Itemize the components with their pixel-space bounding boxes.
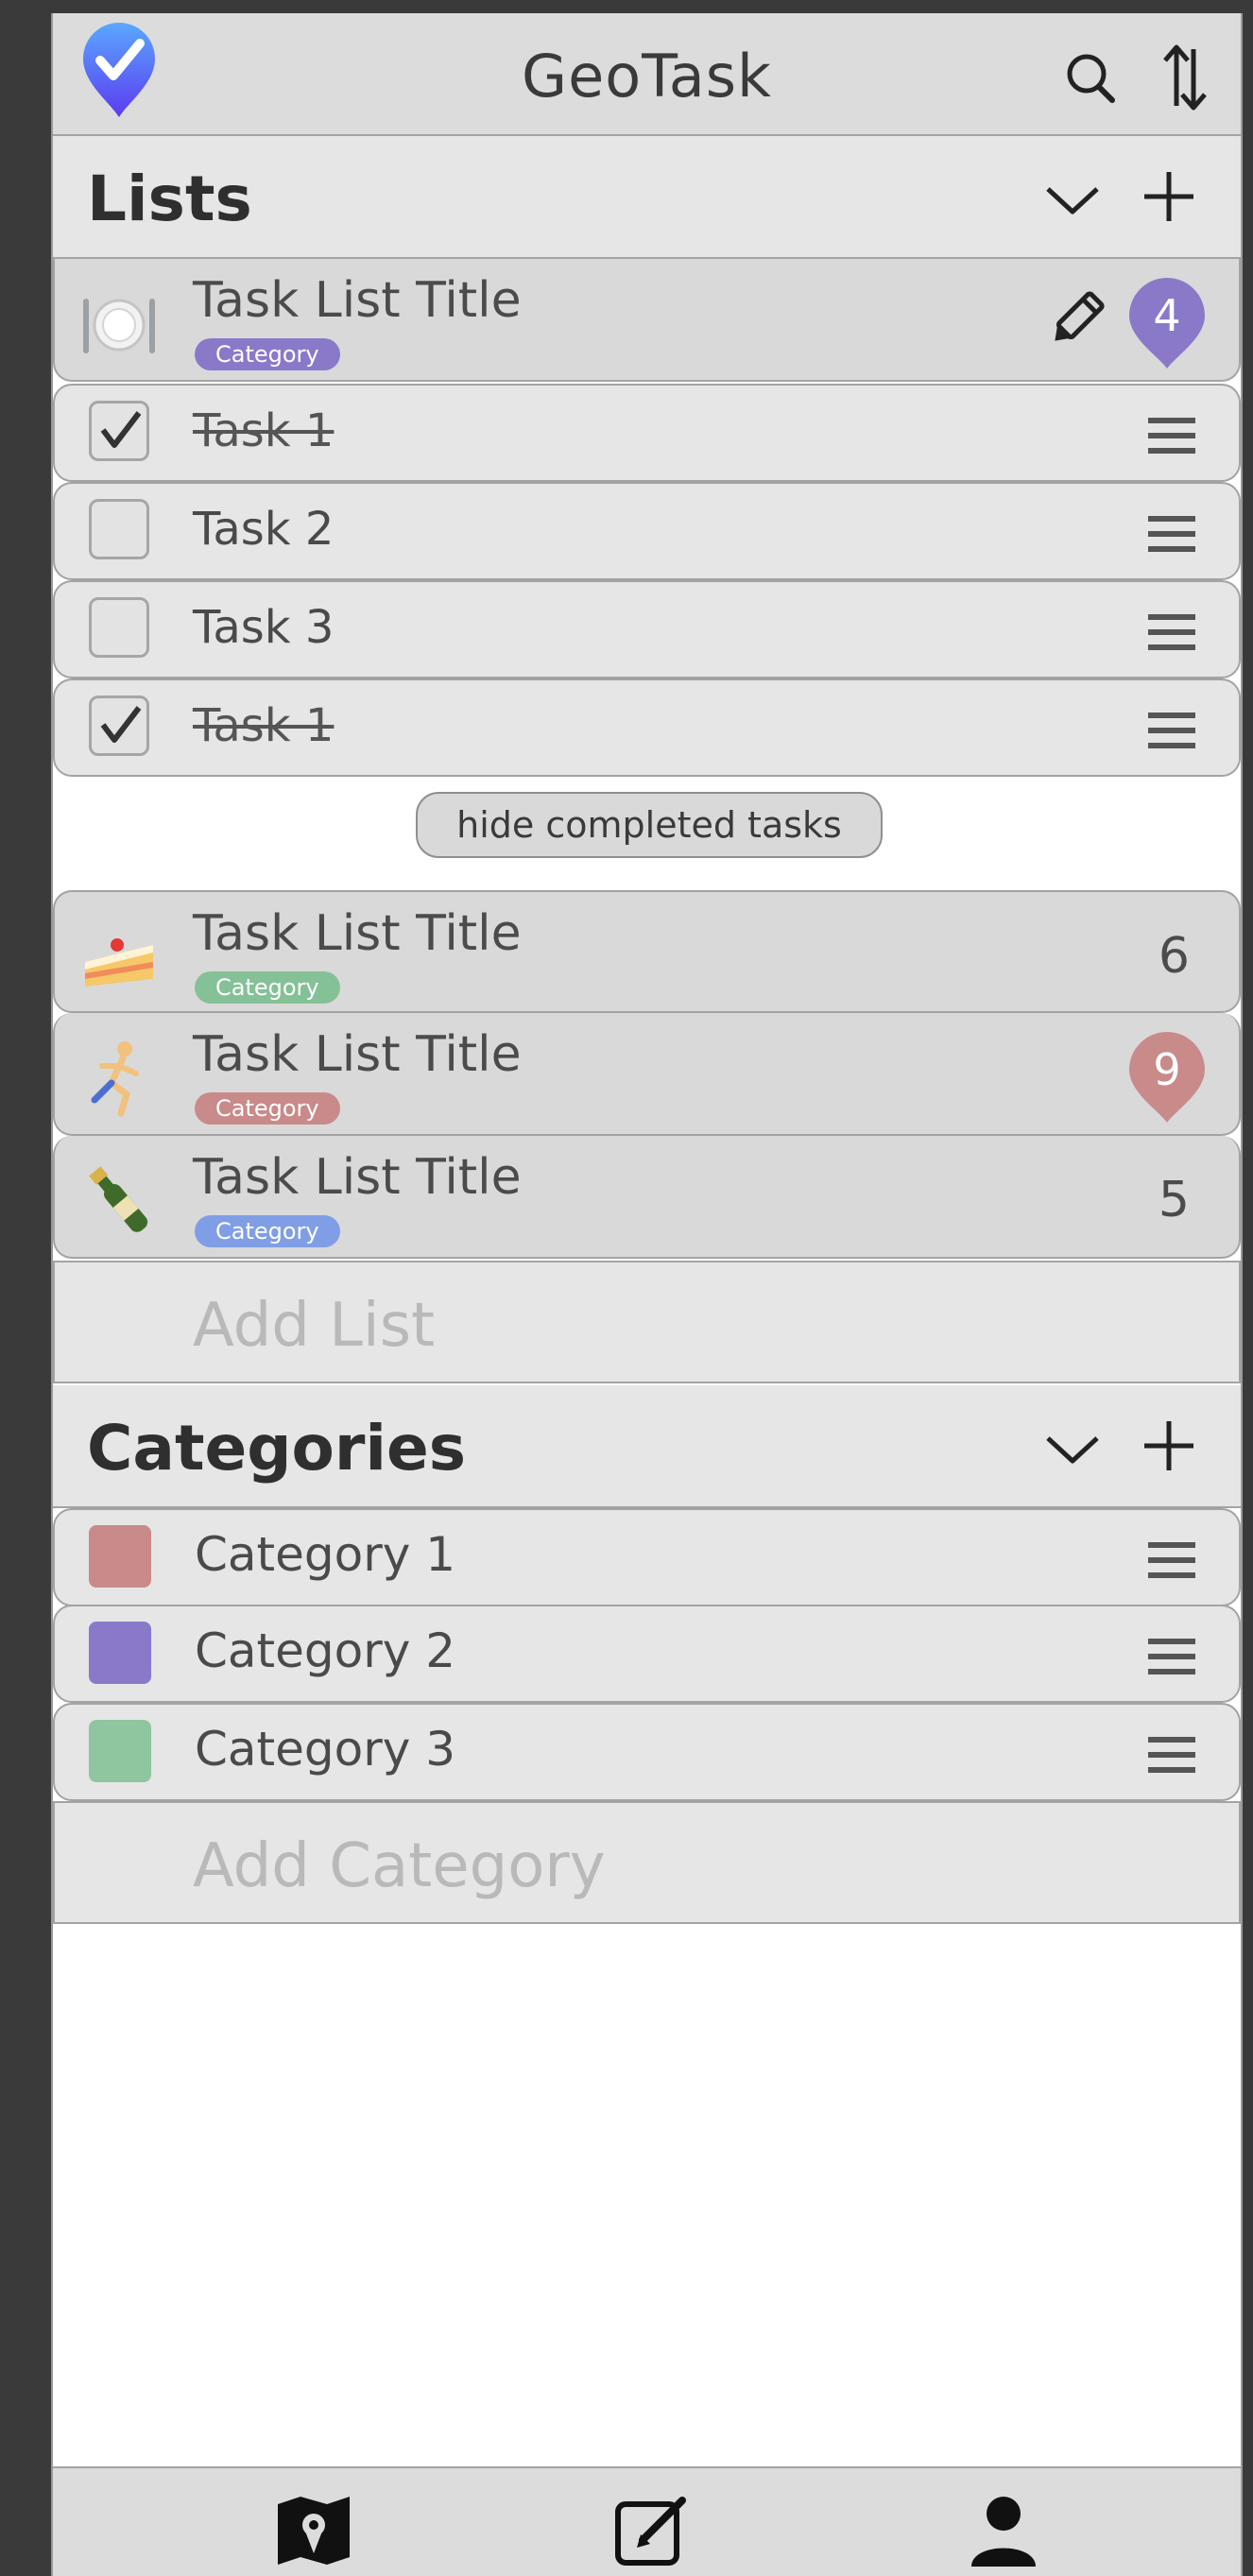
task-count: 9 [1153,1044,1180,1095]
add-category-input[interactable]: Add Category [193,1831,606,1901]
task-label: Task 3 [193,601,335,654]
cake-icon [85,938,153,987]
task-checkbox[interactable] [89,597,149,658]
chevron-down-icon[interactable] [1044,183,1101,215]
task-list-header[interactable]: Task List Title Category 9 [53,1013,1241,1136]
app-header: GeoTask [53,13,1241,136]
checkmark-icon [100,411,142,448]
category-color-swatch[interactable] [89,1525,151,1588]
app-screen: GeoTask Lists Task List Title Category 4… [51,13,1243,2576]
category-badge: Category [195,1215,340,1247]
add-list-input[interactable]: Add List [193,1291,435,1361]
add-category-plus-icon[interactable] [1141,1417,1197,1474]
task-count: 4 [1153,290,1180,341]
task-list-title: Task List Title [193,1149,522,1206]
task-row[interactable]: Task 1 [53,384,1241,482]
task-label: Task 1 [193,404,335,457]
task-count-pin-icon: 9 [1129,1032,1205,1123]
checkmark-icon [100,706,142,743]
champagne-icon [89,1166,148,1232]
task-label: Task 1 [193,699,335,752]
categories-section-header: Categories [53,1385,1241,1508]
category-row[interactable]: Category 1 [53,1508,1241,1606]
category-label: Category 3 [195,1722,456,1777]
plate-cutlery-icon [83,299,155,353]
category-badge: Category [195,1092,340,1125]
task-count-pin-icon: 4 [1129,278,1205,369]
category-badge: Category [195,338,340,370]
category-color-swatch[interactable] [89,1622,151,1684]
sort-arrows-icon[interactable] [1158,40,1212,115]
task-list-header[interactable]: Task List Title Category 5 [53,1136,1241,1259]
drag-handle-icon[interactable] [1148,1639,1195,1674]
drag-handle-icon[interactable] [1148,614,1195,650]
task-list-header[interactable]: Task List Title Category 4 [53,259,1241,382]
add-list-plus-icon[interactable] [1141,168,1197,225]
category-row[interactable]: Category 2 [53,1605,1241,1703]
map-icon[interactable] [276,2495,352,2567]
task-row[interactable]: Task 1 [53,678,1241,777]
chevron-down-icon[interactable] [1044,1433,1101,1465]
drag-handle-icon[interactable] [1148,1737,1195,1773]
runner-icon [91,1041,139,1117]
task-row[interactable]: Task 2 [53,482,1241,580]
add-list-row[interactable]: Add List [53,1261,1241,1383]
task-count: 5 [1158,1172,1190,1228]
task-count: 6 [1158,928,1190,985]
task-checkbox[interactable] [89,401,149,461]
search-icon[interactable] [1063,47,1118,108]
task-list-header[interactable]: Task List Title Category 6 [53,890,1241,1013]
pencil-edit-icon[interactable] [1046,289,1107,350]
category-label: Category 1 [195,1527,456,1582]
drag-handle-icon[interactable] [1148,516,1195,552]
profile-icon[interactable] [966,2495,1041,2567]
edit-icon[interactable] [614,2495,690,2567]
category-color-swatch[interactable] [89,1720,151,1782]
task-row[interactable]: Task 3 [53,580,1241,678]
drag-handle-icon[interactable] [1148,418,1195,454]
category-badge: Category [195,971,340,1004]
hide-completed-tasks-button[interactable]: hide completed tasks [416,792,883,858]
task-checkbox[interactable] [89,499,149,559]
task-checkbox[interactable] [89,696,149,756]
category-label: Category 2 [195,1623,456,1678]
lists-section-header: Lists [53,136,1241,259]
task-label: Task 2 [193,503,335,556]
category-row[interactable]: Category 3 [53,1703,1241,1801]
drag-handle-icon[interactable] [1148,1542,1195,1578]
bottom-navigation [53,2466,1241,2576]
section-title-categories: Categories [87,1412,467,1485]
section-title-lists: Lists [87,163,252,235]
task-list-title: Task List Title [193,905,522,962]
task-list-title: Task List Title [193,1026,522,1083]
task-list-title: Task List Title [193,272,522,329]
add-category-row[interactable]: Add Category [53,1801,1241,1924]
drag-handle-icon[interactable] [1148,713,1195,748]
